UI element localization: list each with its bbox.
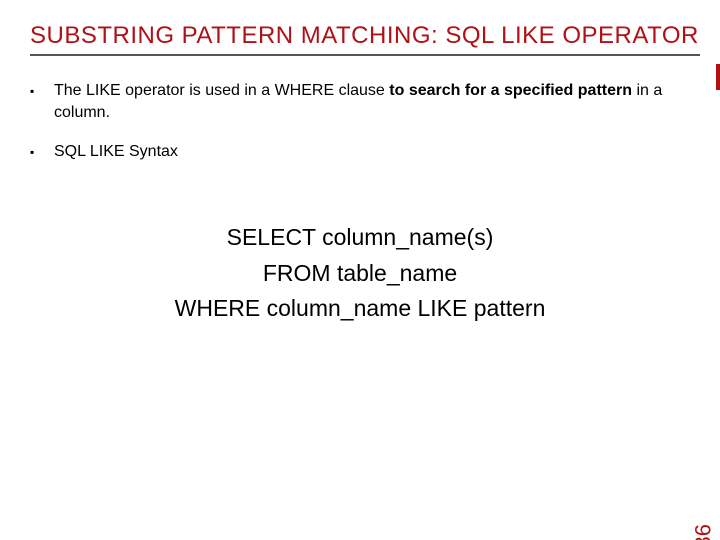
slide-body: ▪ The LIKE operator is used in a WHERE c…	[30, 80, 690, 181]
bullet-text: SQL LIKE Syntax	[54, 141, 690, 163]
bullet-text: The LIKE operator is used in a WHERE cla…	[54, 80, 690, 123]
slide-title: SUBSTRING PATTERN MATCHING: SQL LIKE OPE…	[30, 22, 700, 56]
bullet-item: ▪ SQL LIKE Syntax	[30, 141, 690, 163]
bullet-icon: ▪	[30, 141, 54, 160]
syntax-line-2: FROM table_name	[0, 256, 720, 292]
bullet-bold: to search for a specified pattern	[389, 82, 632, 99]
bullet-icon: ▪	[30, 80, 54, 99]
bullet-item: ▪ The LIKE operator is used in a WHERE c…	[30, 80, 690, 123]
page-number: 36	[690, 524, 716, 540]
accent-bar	[716, 64, 720, 90]
slide: SUBSTRING PATTERN MATCHING: SQL LIKE OPE…	[0, 0, 720, 540]
bullet-pre: The LIKE operator is used in a WHERE cla…	[54, 82, 389, 99]
syntax-block: SELECT column_name(s) FROM table_name WH…	[0, 220, 720, 327]
syntax-line-1: SELECT column_name(s)	[0, 220, 720, 256]
syntax-line-3: WHERE column_name LIKE pattern	[0, 291, 720, 327]
bullet-pre: SQL LIKE Syntax	[54, 143, 178, 160]
